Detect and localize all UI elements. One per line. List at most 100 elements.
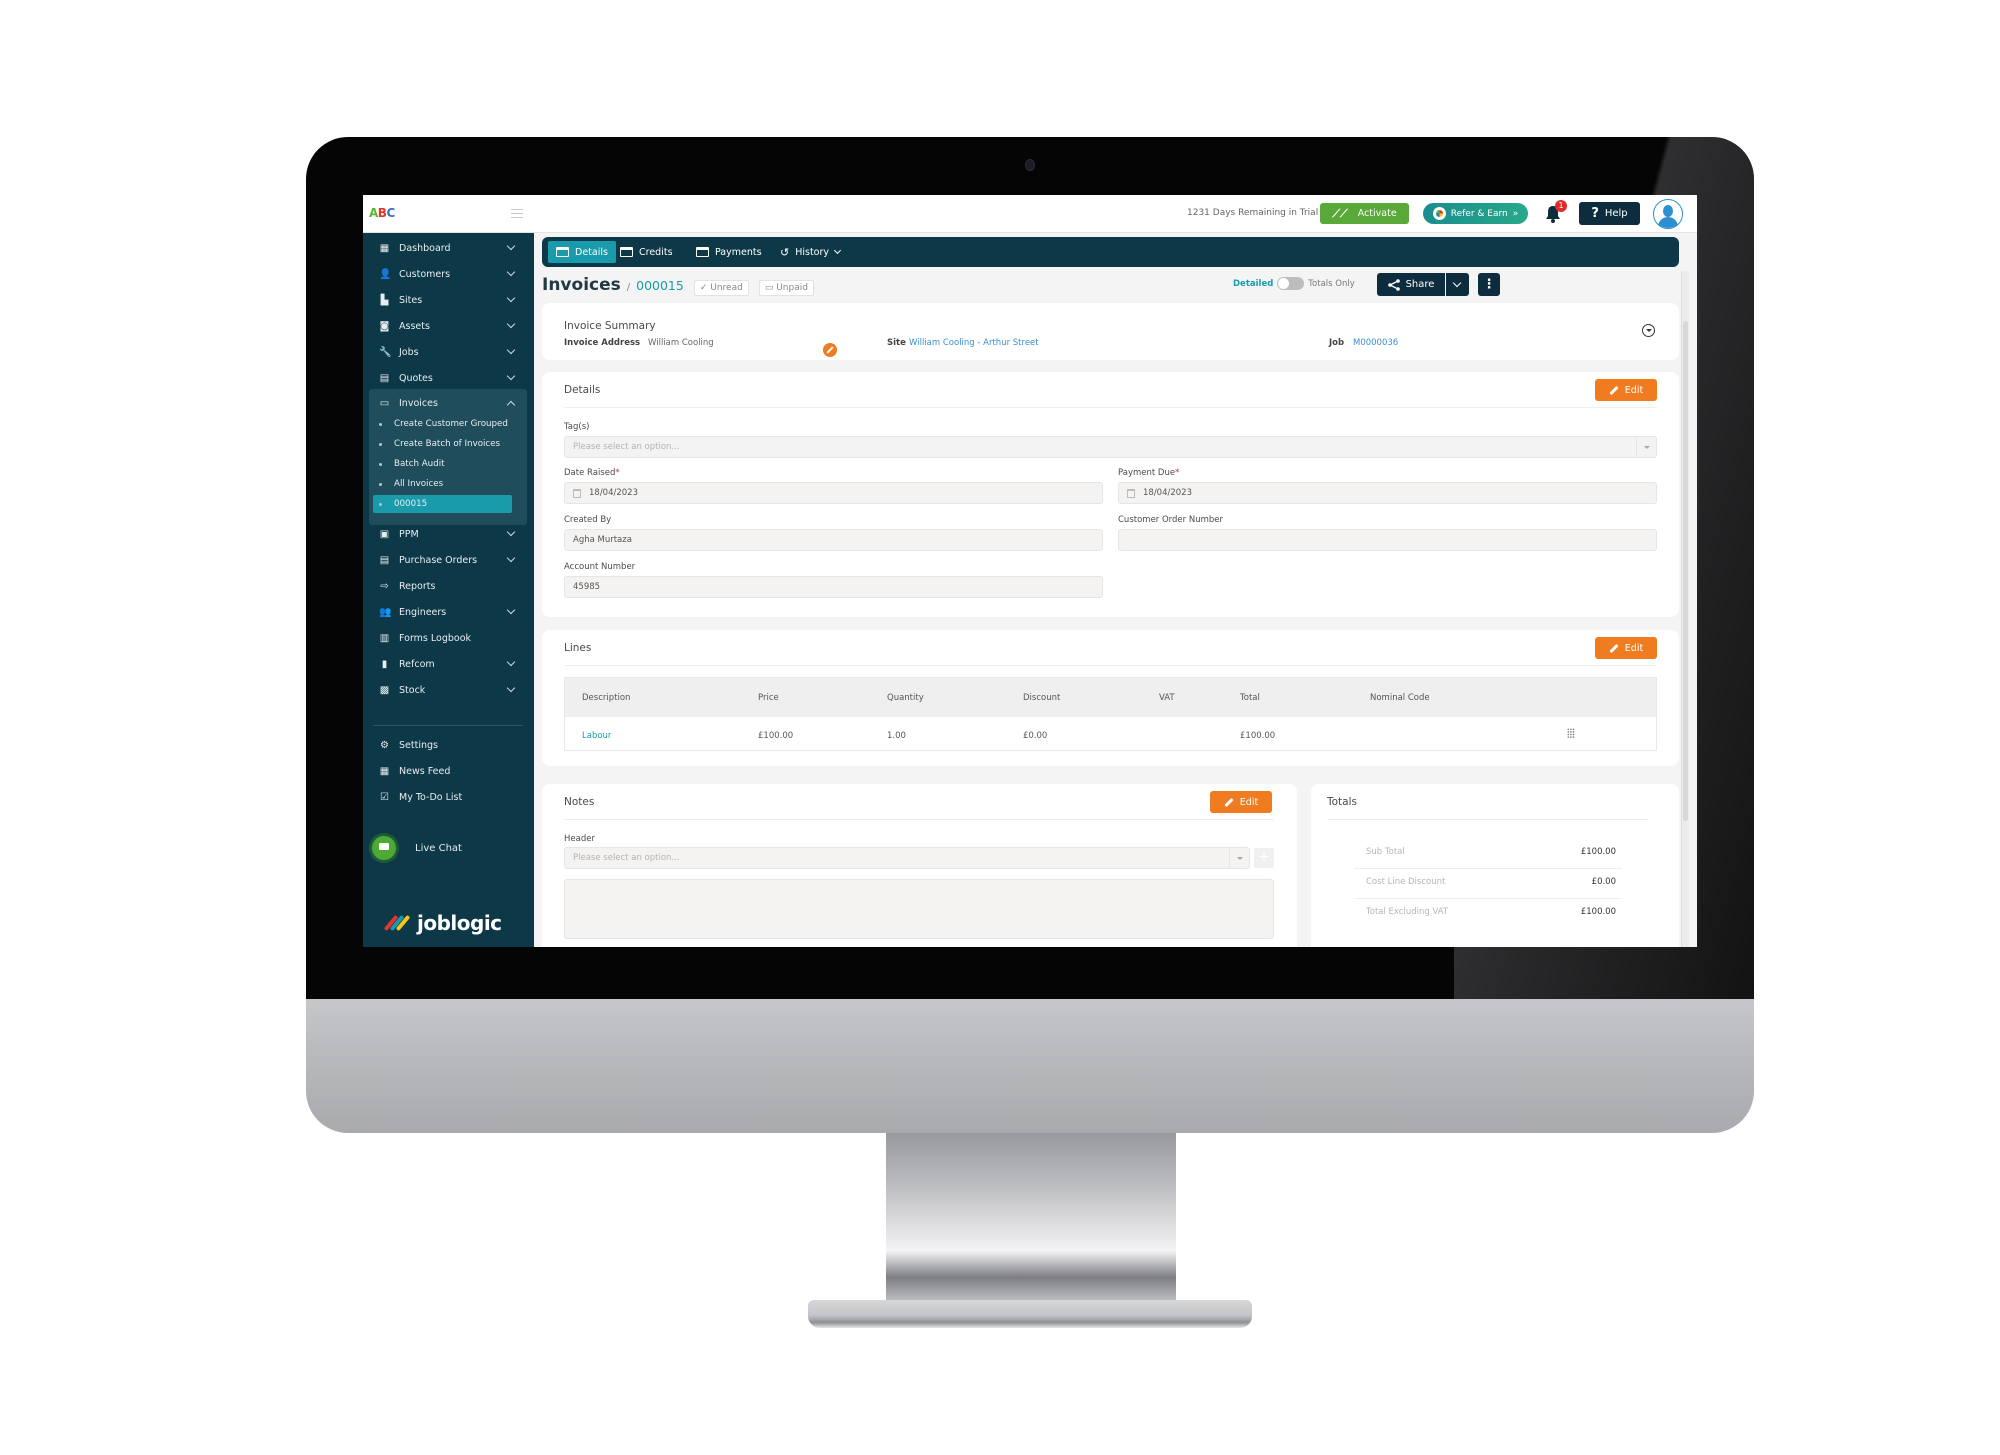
sidebar-item-forms-logbook[interactable]: ▥ Forms Logbook — [363, 627, 534, 649]
refer-and-earn-button[interactable]: Refer & Earn » — [1423, 203, 1528, 224]
lines-edit-button[interactable]: Edit — [1595, 637, 1657, 659]
details-edit-button[interactable]: Edit — [1595, 379, 1657, 401]
column-header-quantity[interactable]: Quantity — [887, 693, 924, 703]
chevron-down-icon[interactable] — [506, 605, 516, 615]
column-header-nominal-code[interactable]: Nominal Code — [1370, 693, 1430, 703]
collapse-icon[interactable] — [1642, 324, 1655, 337]
share-dropdown-button[interactable] — [1446, 273, 1469, 296]
tags-select[interactable]: Please select an option... — [564, 436, 1657, 458]
sidebar-item-quotes[interactable]: ▤ Quotes — [363, 367, 534, 389]
chevron-down-icon[interactable] — [506, 345, 516, 355]
sidebar-item-assets[interactable]: ◙ Assets — [363, 315, 534, 337]
payment-due-field[interactable]: 18/04/2023 — [1118, 482, 1657, 504]
tab-details[interactable]: Details — [548, 241, 616, 263]
sidebar-item-stock[interactable]: ▩ Stock — [363, 679, 534, 701]
payment-due-text: Payment Due — [1118, 468, 1176, 478]
sidebar-subitem-batch-audit[interactable]: Batch Audit — [369, 455, 527, 473]
sidebar-item-settings[interactable]: ⚙ Settings — [363, 734, 534, 756]
share-button[interactable]: Share — [1377, 273, 1445, 296]
sidebar-item-customers[interactable]: 👤 Customers — [363, 263, 534, 285]
tags-placeholder: Please select an option... — [573, 442, 680, 452]
activate-button[interactable]: ⟋⟋ Activate — [1320, 203, 1409, 224]
chevron-down-icon[interactable] — [506, 553, 516, 563]
payment-status-badge: ▭ Unpaid — [758, 280, 814, 296]
refer-label: Refer & Earn — [1450, 208, 1508, 219]
sidebar-subitem-000015[interactable]: 000015 — [373, 495, 512, 513]
chevron-down-icon[interactable] — [506, 241, 516, 251]
chevron-down-icon[interactable] — [506, 293, 516, 303]
sidebar-subitem-all-invoices[interactable]: All Invoices — [369, 475, 527, 493]
sidebar-item-news-feed[interactable]: ▦ News Feed — [363, 760, 534, 782]
sidebar-item-purchase-orders[interactable]: ▤ Purchase Orders — [363, 549, 534, 571]
drag-handle-icon[interactable] — [1567, 728, 1575, 738]
header-select[interactable]: Please select an option... — [564, 847, 1250, 869]
header-placeholder: Please select an option... — [573, 853, 680, 863]
column-header-total[interactable]: Total — [1240, 693, 1260, 703]
question-icon: ? — [1591, 206, 1599, 221]
chevron-down-icon[interactable] — [506, 527, 516, 537]
calendar-icon — [573, 488, 581, 498]
chevron-down-icon[interactable] — [506, 683, 516, 693]
sidebar-item-reports[interactable]: ⇨ Reports — [363, 575, 534, 597]
notes-edit-button[interactable]: Edit — [1210, 791, 1272, 813]
sidebar-item-jobs[interactable]: 🔧 Jobs — [363, 341, 534, 363]
chevron-down-icon[interactable] — [506, 319, 516, 329]
read-status-badge[interactable]: ✓ Unread — [693, 280, 749, 296]
help-button[interactable]: ? Help — [1579, 202, 1640, 225]
job-link[interactable]: M0000036 — [1353, 338, 1398, 348]
sidebar-item-engineers[interactable]: 👥 Engineers — [363, 601, 534, 623]
column-header-discount[interactable]: Discount — [1023, 693, 1060, 703]
user-avatar[interactable] — [1653, 199, 1683, 229]
sidebar-item-dashboard[interactable]: ▦ Dashboard — [363, 237, 534, 259]
chevron-down-icon[interactable] — [506, 267, 516, 277]
payment-card-icon — [696, 247, 709, 257]
column-header-price[interactable]: Price — [758, 693, 779, 703]
site-link[interactable]: William Cooling - Arthur Street — [909, 338, 1039, 348]
column-header-vat[interactable]: VAT — [1159, 693, 1175, 703]
column-header-description[interactable]: Description — [582, 693, 630, 703]
bullet-icon — [379, 422, 382, 426]
sidebar-item-sites[interactable]: ▙ Sites — [363, 289, 534, 311]
chevron-down-icon — [1636, 437, 1656, 457]
sidebar-item-my-to-do-list[interactable]: ☑ My To-Do List — [363, 786, 534, 808]
joblogic-mark-icon: ⟋⟋ — [1332, 206, 1348, 220]
tab-credits[interactable]: Credits — [612, 241, 681, 263]
customer-order-field[interactable] — [1118, 529, 1657, 551]
account-number-field[interactable]: 45985 — [564, 576, 1103, 598]
header-label: Header — [564, 834, 595, 844]
tab-history[interactable]: ↺ History — [772, 241, 848, 263]
sidebar-item-refcom[interactable]: ▮ Refcom — [363, 653, 534, 675]
sidebar-item-invoices[interactable]: ▭ Invoices — [363, 392, 534, 414]
logo-letter-c: C — [386, 206, 395, 220]
page-title[interactable]: Invoices — [542, 275, 621, 295]
brand-name: joblogic — [417, 911, 502, 935]
chevron-down-icon[interactable] — [506, 371, 516, 381]
app-screen: ABC 1231 Days Remaining in Trial ⟋⟋ Acti… — [363, 195, 1697, 947]
edit-address-icon[interactable] — [823, 343, 837, 357]
avatar-head — [1663, 205, 1673, 217]
record-tabs: Details Credits Payments ↺ History — [542, 237, 1679, 267]
scrollbar-thumb[interactable] — [1683, 321, 1688, 821]
chevron-down-icon[interactable] — [506, 657, 516, 667]
page-scrollbar[interactable] — [1681, 271, 1689, 947]
sidebar-subitem-create-batch-of-invoices[interactable]: Create Batch of Invoices — [369, 435, 527, 453]
help-label: Help — [1604, 208, 1628, 219]
more-actions-button[interactable]: ⋮ — [1478, 273, 1500, 296]
sidebar-item-label: Jobs — [399, 346, 419, 358]
sidebar-item-label: Customers — [399, 268, 451, 280]
live-chat-button[interactable]: Live Chat — [372, 836, 462, 860]
tab-payments[interactable]: Payments — [688, 241, 770, 263]
company-logo[interactable]: ABC — [369, 206, 395, 220]
date-raised-field[interactable]: 18/04/2023 — [564, 482, 1103, 504]
chevron-up-icon[interactable] — [506, 400, 516, 410]
sidebar-item-ppm[interactable]: ▣ PPM — [363, 523, 534, 545]
view-mode-toggle[interactable]: Detailed Totals Only — [1233, 277, 1355, 290]
line-description-link[interactable]: Labour — [582, 731, 611, 741]
notes-textarea[interactable] — [564, 879, 1274, 939]
top-bar: ABC 1231 Days Remaining in Trial ⟋⟋ Acti… — [363, 195, 1697, 233]
menu-toggle-icon[interactable] — [511, 209, 523, 218]
add-header-button[interactable]: + — [1254, 848, 1274, 868]
sidebar-subitem-create-customer-grouped[interactable]: Create Customer Grouped — [369, 415, 527, 433]
created-by-field[interactable]: Agha Murtaza — [564, 529, 1103, 551]
toggle-switch[interactable] — [1277, 277, 1305, 290]
